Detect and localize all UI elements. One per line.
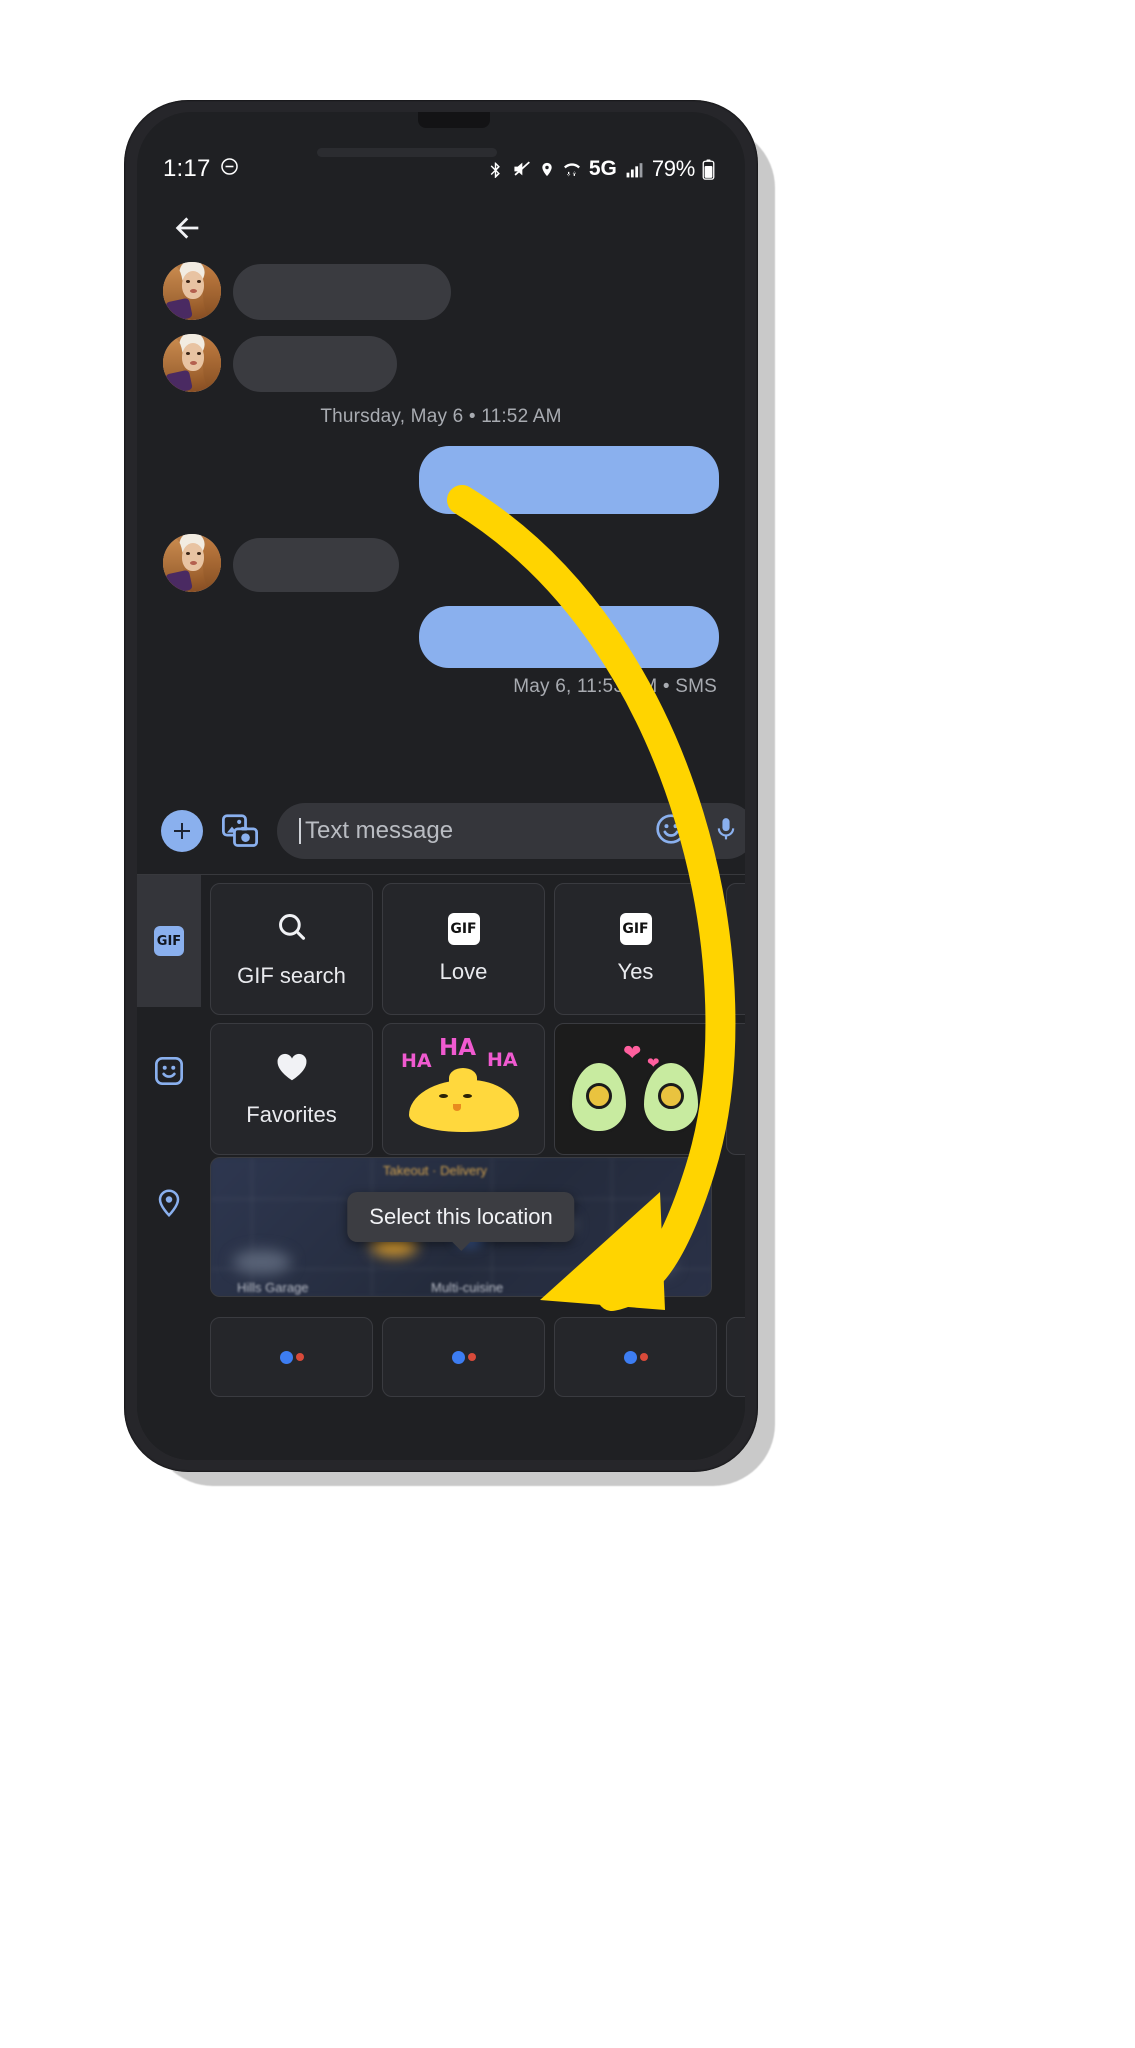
status-bar: 1:17 5G 79% (137, 150, 745, 188)
text-message-input[interactable]: Text message (305, 817, 643, 845)
message-bubble-incoming[interactable] (233, 336, 397, 392)
message-row[interactable] (137, 334, 745, 392)
message-row[interactable] (137, 534, 745, 592)
map-blob (625, 1254, 675, 1276)
avatar (163, 262, 221, 320)
status-dots (451, 1350, 476, 1364)
recent-cell[interactable] (554, 1317, 717, 1397)
screenshot-root: 1:17 5G 79% Thursday, May 6 • 11:52 AM M… (0, 0, 1135, 2048)
message-row[interactable] (137, 446, 745, 514)
sticker-icon (153, 1055, 185, 1092)
recent-cell[interactable] (382, 1317, 545, 1397)
emoji-smiley-icon[interactable] (655, 813, 687, 850)
volume-mute-icon (511, 159, 532, 179)
media-row (201, 1309, 745, 1397)
bird-eye (439, 1094, 448, 1098)
select-location-tooltip[interactable]: Select this location (347, 1192, 575, 1242)
cell-label: Yes (617, 959, 654, 984)
date-separator: Thursday, May 6 • 11:52 AM (320, 406, 562, 427)
conversation-toolbar (137, 192, 745, 262)
recent-cell[interactable] (726, 1317, 745, 1397)
phone-device-frame: 1:17 5G 79% Thursday, May 6 • 11:52 AM M… (124, 100, 758, 1472)
plus-icon[interactable] (161, 810, 203, 852)
message-timestamp: May 6, 11:53 AM • SMS (513, 676, 717, 697)
map-blob (233, 1250, 291, 1274)
search-icon (275, 910, 309, 949)
bird-shape (409, 1068, 519, 1132)
gif-badge-icon: GIF (447, 913, 480, 945)
location-map-preview[interactable]: Takeout · Delivery Hills Garage Multi-cu… (210, 1157, 712, 1297)
back-arrow-icon[interactable] (165, 206, 209, 250)
heart-icon: ❤ (647, 1055, 660, 1072)
cell-label: Love (439, 959, 488, 984)
do-not-disturb-icon (220, 157, 239, 181)
signal-bars-icon (624, 160, 645, 179)
gif-icon: GIF (154, 926, 184, 956)
ha-text: HA (439, 1035, 477, 1061)
cell-label: Favorites (246, 1101, 337, 1127)
message-list[interactable]: Thursday, May 6 • 11:52 AM May 6, 11:53 … (137, 262, 745, 792)
message-row[interactable] (137, 606, 745, 668)
status-dots (279, 1350, 304, 1364)
map-label: Takeout · Delivery (383, 1163, 488, 1178)
microphone-icon[interactable] (713, 814, 739, 849)
map-label: Multi-cuisine (431, 1280, 504, 1295)
camera-notch (418, 112, 490, 128)
bluetooth-icon (487, 159, 504, 180)
sidebar-item-more[interactable] (137, 1271, 201, 1403)
text-caret (299, 818, 301, 844)
gif-more-cell[interactable] (726, 883, 745, 1015)
status-bar-right: 5G 79% (487, 156, 715, 182)
message-bubble-outgoing[interactable] (419, 446, 719, 514)
sticker-more-cell[interactable] (726, 1023, 745, 1155)
avatar (163, 334, 221, 392)
message-bubble-incoming[interactable] (233, 264, 451, 320)
media-category-rail[interactable]: GIF (137, 875, 201, 1460)
bird-beak (453, 1104, 461, 1111)
sidebar-item-stickers[interactable] (137, 1007, 201, 1139)
status-bar-left: 1:17 (163, 155, 239, 183)
image-camera-icon[interactable] (219, 810, 261, 852)
bird-ha-sticker-cell[interactable]: HA HA HA (382, 1023, 545, 1155)
message-row[interactable] (137, 262, 745, 320)
favorites-cell[interactable]: Favorites (210, 1023, 373, 1155)
avocado-hearts-sticker-cell[interactable]: ❤ ❤ (554, 1023, 717, 1155)
sidebar-item-gif[interactable]: GIF (137, 875, 201, 1007)
status-bar-clock: 1:17 (163, 155, 211, 182)
sidebar-item-location[interactable] (137, 1139, 201, 1271)
gif-search-cell[interactable]: GIF search (210, 883, 373, 1015)
media-row: GIF search GIF Love GIF Yes (201, 875, 745, 1015)
location-pin-icon (539, 159, 555, 180)
ha-text: HA (401, 1050, 432, 1072)
media-picker-panel[interactable]: GIF GIF search GIF Love GIF Yes Favorite… (137, 874, 745, 1460)
ha-text: HA (487, 1049, 518, 1071)
network-type-label: 5G (588, 157, 617, 180)
gif-love-cell[interactable]: GIF Love (382, 883, 545, 1015)
compose-bar: Text message (137, 792, 745, 870)
battery-percentage-label: 79% (651, 156, 695, 181)
location-icon (154, 1186, 184, 1225)
message-bubble-outgoing[interactable] (419, 606, 719, 668)
recent-cell[interactable] (210, 1317, 373, 1397)
gif-yes-cell[interactable]: GIF Yes (554, 883, 717, 1015)
battery-icon (702, 159, 715, 180)
heart-icon: ❤ (623, 1040, 642, 1065)
status-dots (623, 1350, 648, 1364)
avatar (163, 534, 221, 592)
gif-badge-icon: GIF (619, 913, 652, 945)
heart-icon (275, 1051, 309, 1088)
avocado-left (569, 1060, 629, 1134)
cell-label: GIF search (237, 962, 346, 988)
media-row: Favorites HA HA HA ❤ ❤ (201, 1015, 745, 1155)
map-label: Hills Garage (237, 1280, 309, 1295)
phone-screen: 1:17 5G 79% Thursday, May 6 • 11:52 AM M… (137, 112, 745, 1460)
bird-eye (463, 1094, 472, 1098)
message-bubble-incoming[interactable] (233, 538, 399, 592)
search-input-container[interactable]: Text message (277, 803, 745, 859)
wifi-icon (562, 159, 582, 179)
